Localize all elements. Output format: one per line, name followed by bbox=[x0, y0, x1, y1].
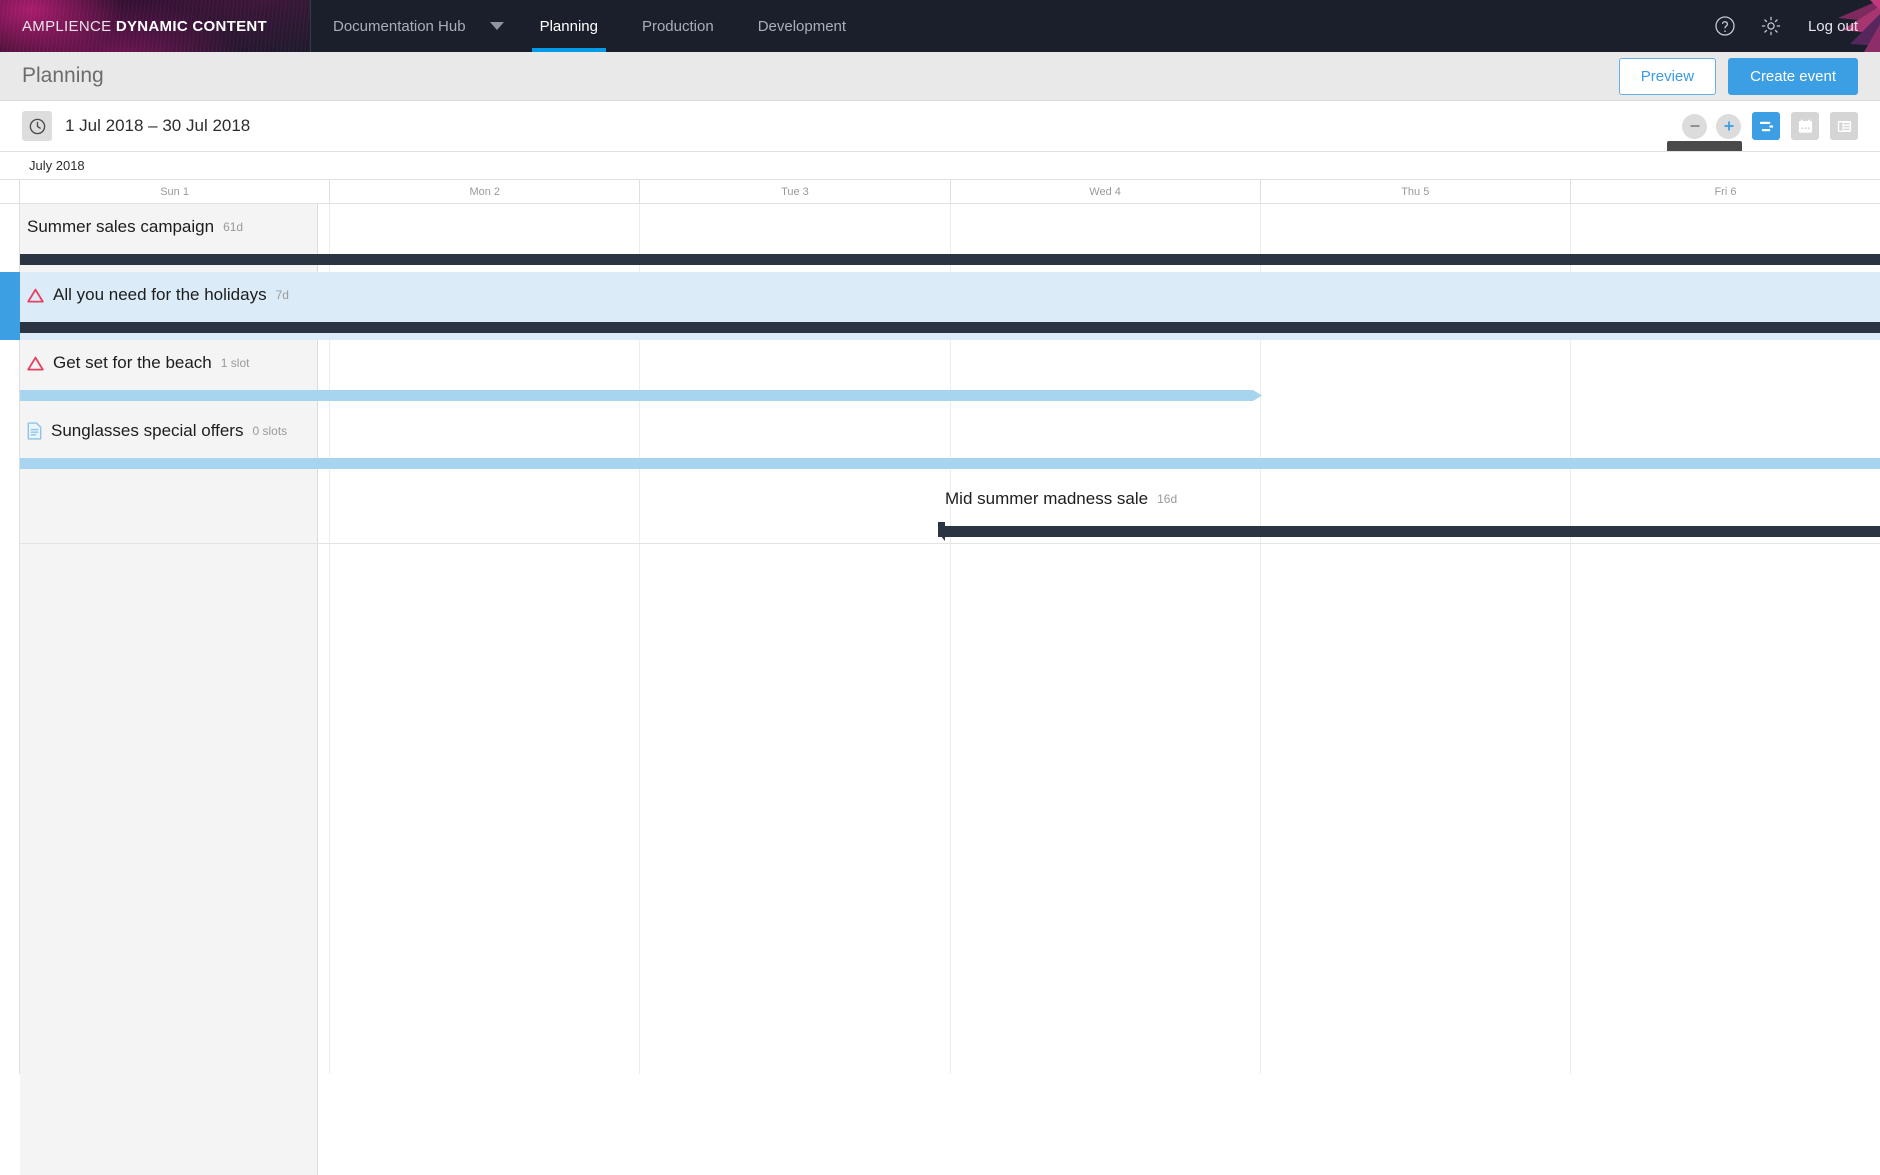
brand-prefix: AMPLIENCE bbox=[22, 17, 116, 35]
event-bar-track bbox=[0, 522, 1880, 544]
chevron-down-icon[interactable] bbox=[488, 0, 518, 52]
brand-strong: DYNAMIC CONTENT bbox=[115, 17, 268, 35]
event-bar[interactable] bbox=[938, 522, 1880, 541]
event-name: All you need for the holidays bbox=[53, 285, 267, 304]
event-duration: 7d bbox=[275, 288, 289, 302]
day-header-sun-1: Sun 1 bbox=[20, 180, 331, 203]
clock-icon bbox=[22, 111, 52, 141]
zoom-in-button[interactable] bbox=[1716, 113, 1741, 139]
event-name: Get set for the beach bbox=[53, 353, 212, 372]
create-event-button[interactable]: Create event bbox=[1728, 57, 1858, 95]
logout-button[interactable]: Log out bbox=[1802, 18, 1858, 35]
event-bar-track bbox=[0, 386, 1880, 408]
brand-text: AMPLIENCE DYNAMIC CONTENT bbox=[22, 18, 267, 35]
day-gutter bbox=[0, 180, 20, 203]
day-header-fri-6: Fri 6 bbox=[1714, 185, 1737, 198]
event-bar-track bbox=[0, 454, 1880, 476]
day-header-row: Sun 1 Mon 2 Tue 3 Wed 4 Thu 5 Fri 6 bbox=[0, 180, 1880, 204]
event-name: Mid summer madness sale bbox=[945, 489, 1149, 508]
top-navigation-bar: AMPLIENCE DYNAMIC CONTENT Documentation … bbox=[0, 0, 1880, 52]
nav-item-documentation-hub[interactable]: Documentation Hub bbox=[311, 0, 488, 52]
event-name: Summer sales campaign bbox=[27, 217, 215, 236]
day-header-wed-4: Wed 4 bbox=[951, 180, 1261, 203]
date-range-label: 1 Jul 2018 – 30 Jul 2018 bbox=[65, 116, 251, 135]
zoom-out-button[interactable] bbox=[1682, 113, 1707, 139]
day-header-tue-3: Tue 3 bbox=[640, 180, 951, 203]
event-label-row[interactable]: Mid summer madness sale 16d bbox=[0, 476, 1880, 522]
table-row[interactable]: Get set for the beach 1 slot bbox=[0, 340, 1880, 408]
row-separator bbox=[20, 543, 1880, 544]
event-bar[interactable] bbox=[20, 458, 1880, 469]
list-view-button[interactable] bbox=[1830, 112, 1858, 140]
table-row[interactable]: Mid summer madness sale 16d bbox=[0, 476, 1880, 544]
bar-continues-icon bbox=[1253, 390, 1262, 401]
event-slots: 1 slot bbox=[220, 356, 250, 370]
event-label-row[interactable]: Sunglasses special offers 0 slots bbox=[0, 408, 1880, 454]
calendar-view-button[interactable] bbox=[1791, 112, 1819, 140]
nav-item-development[interactable]: Development bbox=[736, 0, 868, 52]
toolbar-right-controls bbox=[1682, 112, 1858, 140]
event-rows: Summer sales campaign 61d All you need f… bbox=[0, 204, 1880, 544]
month-label: July 2018 bbox=[29, 158, 85, 173]
planning-toolbar: 1 Jul 2018 – 30 Jul 2018 bbox=[0, 101, 1880, 172]
table-row[interactable]: Sunglasses special offers 0 slots bbox=[0, 408, 1880, 476]
page-header: Planning Preview Create event bbox=[0, 52, 1880, 101]
timeline-grid-body: Summer sales campaign 61d All you need f… bbox=[0, 204, 1880, 1175]
bar-starts-earlier-icon bbox=[938, 522, 945, 541]
warning-triangle-icon bbox=[27, 356, 44, 371]
warning-triangle-icon bbox=[27, 288, 44, 303]
page-header-actions: Preview Create event bbox=[1618, 57, 1858, 95]
month-header-row: July 2018 bbox=[0, 151, 1880, 180]
day-header-thu-5: Thu 5 bbox=[1261, 180, 1571, 203]
event-name: Sunglasses special offers bbox=[51, 421, 244, 440]
event-label-row[interactable]: All you need for the holidays 7d bbox=[0, 272, 1880, 318]
event-bar-track bbox=[0, 318, 1880, 340]
event-bar[interactable] bbox=[20, 390, 1262, 401]
help-circle-icon[interactable] bbox=[1710, 11, 1740, 41]
table-row[interactable]: Summer sales campaign 61d bbox=[0, 204, 1880, 272]
day-header-mon-2: Mon 2 bbox=[330, 180, 641, 203]
event-bar[interactable] bbox=[20, 254, 1880, 265]
event-label-row[interactable]: Get set for the beach 1 slot bbox=[0, 340, 1880, 386]
event-slots: 0 slots bbox=[252, 424, 288, 438]
event-duration: 61d bbox=[223, 220, 244, 234]
event-bar-track bbox=[0, 250, 1880, 272]
nav-items: Documentation Hub Planning Production De… bbox=[311, 0, 868, 52]
table-row[interactable]: All you need for the holidays 7d bbox=[0, 272, 1880, 340]
timeline-view-button[interactable] bbox=[1752, 112, 1780, 140]
event-bar[interactable] bbox=[20, 322, 1880, 333]
document-icon bbox=[27, 422, 42, 440]
event-duration: 16d bbox=[1157, 492, 1178, 506]
page-title: Planning bbox=[22, 64, 104, 87]
nav-item-planning[interactable]: Planning bbox=[518, 0, 620, 52]
nav-item-production[interactable]: Production bbox=[620, 0, 736, 52]
planning-timeline: July 2018 Sun 1 Mon 2 Tue 3 Wed 4 Thu 5 … bbox=[0, 151, 1880, 1175]
nav-right-actions: Log out bbox=[1710, 0, 1880, 52]
event-label-row[interactable]: Summer sales campaign 61d bbox=[0, 204, 1880, 250]
brand-logo[interactable]: AMPLIENCE DYNAMIC CONTENT bbox=[0, 0, 311, 52]
date-range-selector[interactable]: 1 Jul 2018 – 30 Jul 2018 bbox=[22, 111, 250, 141]
gear-icon[interactable] bbox=[1756, 11, 1786, 41]
preview-button[interactable]: Preview bbox=[1618, 57, 1717, 95]
